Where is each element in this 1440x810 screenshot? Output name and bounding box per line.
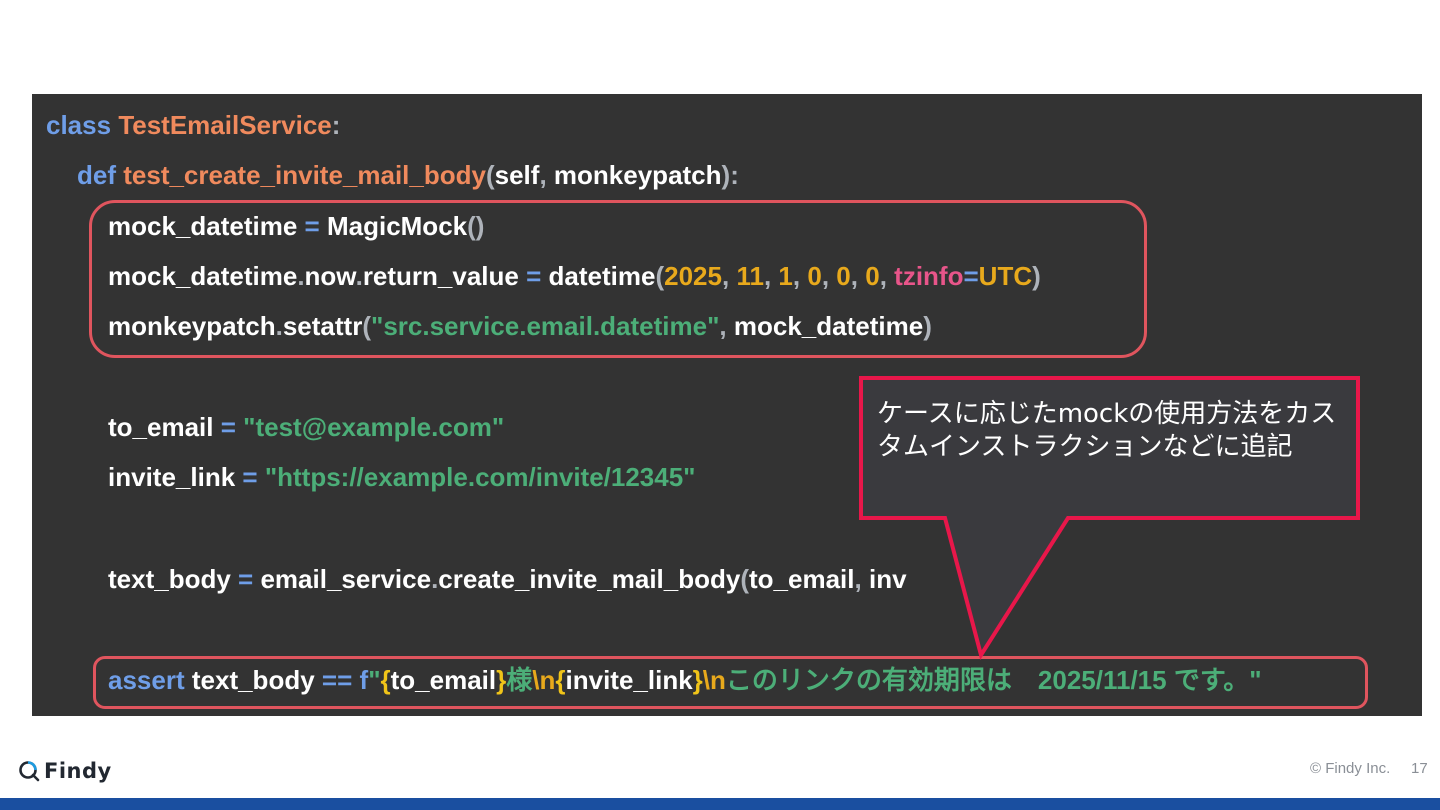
colon: : (730, 160, 739, 190)
quote: " (368, 665, 381, 695)
dot: . (297, 261, 305, 291)
assign-op: = (304, 211, 320, 241)
var-invite-link: invite_link (108, 462, 236, 492)
class-magicmock: MagicMock (326, 211, 468, 241)
call-parens: () (467, 211, 485, 241)
bottom-bar (0, 798, 1440, 810)
findy-logo: Findy (18, 757, 112, 785)
code-line-2: def test_create_invite_mail_body(self, m… (77, 155, 739, 195)
rparen: ) (721, 160, 731, 190)
page-number: 17 (1411, 760, 1428, 777)
brand-name: Findy (44, 759, 112, 783)
code-line-4: mock_datetime.now.return_value = datetim… (108, 256, 1041, 296)
escape-newline: \n (532, 665, 556, 695)
method-setattr: setattr (282, 311, 363, 341)
kwarg-eq: = (963, 261, 979, 291)
attr-now: now (304, 261, 356, 291)
num-second: 0 (865, 261, 880, 291)
var-mock-datetime: mock_datetime (733, 311, 924, 341)
rparen: ) (923, 311, 932, 341)
interp-invite-link: invite_link (565, 665, 693, 695)
comma: , (721, 261, 730, 291)
var-email-service: email_service (260, 564, 432, 594)
var-to-email: to_email (108, 412, 214, 442)
string-sama: 様 (506, 665, 533, 695)
assign-op: = (242, 462, 258, 492)
num-minute: 0 (836, 261, 851, 291)
param-self: self (494, 160, 540, 190)
copyright: © Findy Inc. (1310, 760, 1391, 777)
var-text-body: text_body (108, 564, 231, 594)
callout-text: ケースに応じたmockの使用方法をカスタムインストラクションなどに追記 (877, 399, 1337, 462)
lparen: ( (485, 160, 495, 190)
num-year: 2025 (664, 261, 722, 291)
var-monkeypatch: monkeypatch (108, 311, 276, 341)
var-mock-datetime: mock_datetime (108, 211, 298, 241)
brace: { (380, 665, 391, 695)
code-line-7: invite_link = "https://example.com/invit… (108, 457, 696, 497)
code-line-6: to_email = "test@example.com" (108, 407, 504, 447)
interp-to-email: to_email (390, 665, 497, 695)
rparen: ) (1032, 261, 1041, 291)
class-name: TestEmailService (118, 110, 332, 140)
lparen: ( (362, 311, 371, 341)
assign-op: = (220, 412, 236, 442)
const-utc: UTC (978, 261, 1033, 291)
brace: } (692, 665, 703, 695)
method-create-invite-mail-body: create_invite_mail_body (438, 564, 741, 594)
string-invite-url: "https://example.com/invite/12345" (264, 462, 696, 492)
comma: , (879, 261, 887, 291)
fn-datetime: datetime (548, 261, 656, 291)
string-expiry-message: このリンクの有効期限は 2025/11/15 です。 (725, 665, 1250, 695)
param-monkeypatch: monkeypatch (553, 160, 722, 190)
num-hour: 0 (807, 261, 822, 291)
quote: " (1249, 665, 1262, 695)
escape-newline: \n (702, 665, 726, 695)
string-target-path: "src.service.email.datetime" (371, 311, 720, 341)
dot: . (355, 261, 363, 291)
lparen: ( (655, 261, 665, 291)
keyword-class: class (46, 110, 112, 140)
brace: { (555, 665, 566, 695)
fstring-prefix: f (359, 665, 369, 695)
function-name: test_create_invite_mail_body (123, 160, 486, 190)
num-month: 11 (736, 261, 764, 291)
colon: : (331, 110, 341, 140)
keyword-def: def (77, 160, 116, 190)
lparen: ( (740, 564, 750, 594)
code-line-3: mock_datetime = MagicMock() (108, 206, 484, 246)
string-email: "test@example.com" (243, 412, 505, 442)
eq-op: == (321, 665, 353, 695)
findy-logo-icon (19, 761, 40, 782)
arg-to-email: to_email (749, 564, 855, 594)
assign-op: = (238, 564, 254, 594)
brace: } (496, 665, 507, 695)
num-day: 1 (778, 261, 793, 291)
comma: , (719, 311, 727, 341)
code-line-1: class TestEmailService: (46, 105, 340, 145)
comma: , (763, 261, 772, 291)
var-text-body: text_body (191, 665, 315, 695)
comma: , (792, 261, 801, 291)
comma: , (539, 160, 547, 190)
comma: , (821, 261, 830, 291)
assign-op: = (526, 261, 542, 291)
code-line-5: monkeypatch.setattr("src.service.email.d… (108, 306, 932, 346)
comma: , (850, 261, 858, 291)
kwarg-tzinfo: tzinfo (894, 261, 964, 291)
code-line-9: assert text_body == f"{to_email}様\n{invi… (108, 660, 1262, 700)
keyword-assert: assert (108, 665, 185, 695)
var-mock-datetime: mock_datetime (108, 261, 298, 291)
attr-return-value: return_value (362, 261, 519, 291)
dot: . (275, 311, 283, 341)
